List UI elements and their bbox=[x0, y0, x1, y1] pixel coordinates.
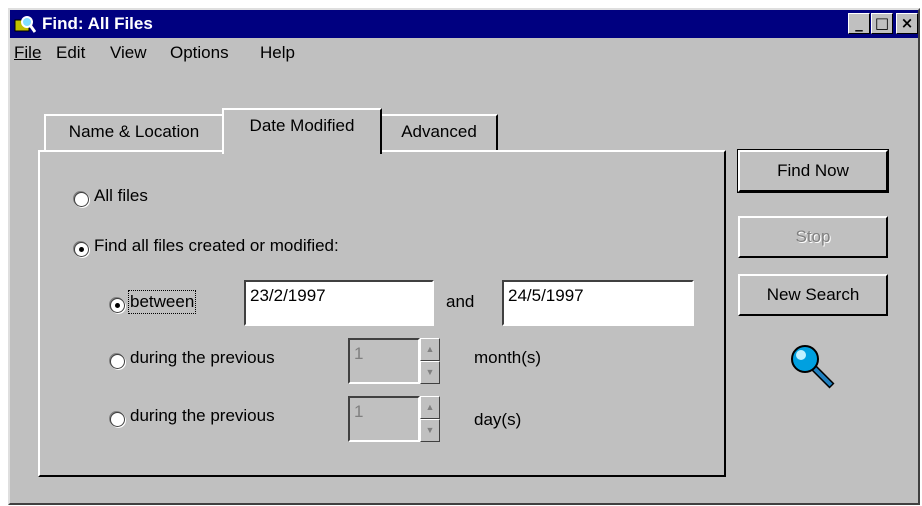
stop-button[interactable]: Stop bbox=[738, 216, 888, 258]
find-window: Find: All Files _ □ × File Edit View Opt… bbox=[8, 8, 920, 505]
minimize-button[interactable]: _ bbox=[848, 13, 870, 34]
days-spin-up[interactable]: ▲ bbox=[420, 396, 440, 419]
months-input[interactable]: 1 bbox=[348, 338, 420, 384]
magnifier-icon bbox=[791, 345, 835, 389]
tab-advanced-label: Advanced bbox=[401, 122, 477, 141]
all-files-label: All files bbox=[94, 186, 148, 205]
and-label: and bbox=[446, 292, 475, 311]
days-unit-label: day(s) bbox=[474, 410, 522, 429]
search-folder-icon bbox=[14, 16, 36, 33]
menu-file-label: File bbox=[14, 43, 42, 62]
maximize-button[interactable]: □ bbox=[871, 13, 893, 34]
menu-view[interactable]: View bbox=[110, 43, 147, 63]
between-radio[interactable] bbox=[110, 298, 125, 313]
tab-advanced[interactable]: Advanced bbox=[380, 114, 498, 152]
menu-edit[interactable]: Edit bbox=[56, 43, 85, 63]
menu-options-label: Options bbox=[170, 43, 229, 62]
between-label: between bbox=[127, 290, 197, 314]
previous-days-label: during the previous bbox=[130, 406, 275, 425]
tab-date-modified[interactable]: Date Modified bbox=[222, 108, 382, 154]
from-date-input[interactable]: 23/2/1997 bbox=[244, 280, 434, 326]
menu-bar: File Edit View Options Help bbox=[10, 38, 918, 70]
spin-up-icon: ▲ bbox=[425, 344, 435, 354]
date-modified-panel: All files Find all files created or modi… bbox=[38, 150, 726, 477]
previous-months-radio[interactable] bbox=[110, 354, 125, 369]
window-title: Find: All Files bbox=[42, 14, 153, 33]
days-spin-down[interactable]: ▼ bbox=[420, 419, 440, 442]
new-search-button[interactable]: New Search bbox=[738, 274, 888, 316]
previous-months-label: during the previous bbox=[130, 348, 275, 367]
previous-days-radio[interactable] bbox=[110, 412, 125, 427]
months-unit-label: month(s) bbox=[474, 348, 542, 367]
menu-edit-label: Edit bbox=[56, 43, 86, 62]
spin-down-icon: ▼ bbox=[425, 367, 435, 377]
find-modified-label: Find all files created or modified: bbox=[94, 236, 339, 255]
spin-down-icon: ▼ bbox=[425, 425, 435, 435]
tab-name-location-label: Name & Location bbox=[68, 122, 200, 141]
find-modified-radio[interactable] bbox=[74, 242, 89, 257]
menu-help[interactable]: Help bbox=[260, 43, 295, 63]
to-date-input[interactable]: 24/5/1997 bbox=[502, 280, 694, 326]
title-bar[interactable]: Find: All Files _ □ × bbox=[10, 10, 918, 38]
months-spin-up[interactable]: ▲ bbox=[420, 338, 440, 361]
tab-date-modified-label: Date Modified bbox=[249, 116, 355, 135]
menu-file[interactable]: File bbox=[14, 43, 41, 63]
find-now-button[interactable]: Find Now bbox=[737, 149, 889, 193]
spin-up-icon: ▲ bbox=[425, 402, 435, 412]
menu-view-label: View bbox=[110, 43, 147, 62]
menu-options[interactable]: Options bbox=[170, 43, 229, 63]
months-spin-down[interactable]: ▼ bbox=[420, 361, 440, 384]
all-files-radio[interactable] bbox=[74, 192, 89, 207]
days-input[interactable]: 1 bbox=[348, 396, 420, 442]
close-button[interactable]: × bbox=[896, 13, 918, 34]
menu-help-label: Help bbox=[260, 43, 295, 62]
tab-name-location[interactable]: Name & Location bbox=[44, 114, 224, 152]
